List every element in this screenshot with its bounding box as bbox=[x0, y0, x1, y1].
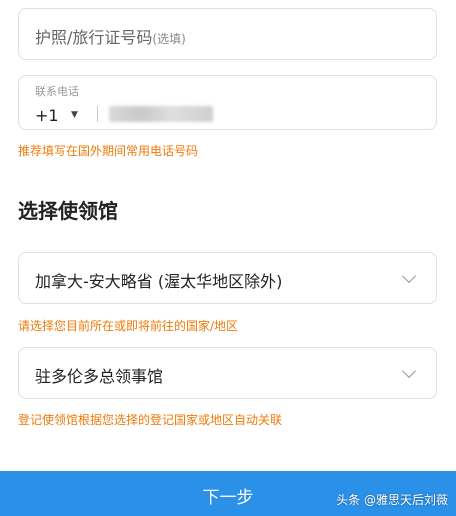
country-select-value: 加拿大-安大略省 (渥太华地区除外) bbox=[35, 272, 283, 291]
caret-down-icon[interactable]: ▼ bbox=[71, 110, 78, 120]
phone-hint: 推荐填写在国外期间常用电话号码 bbox=[18, 144, 199, 158]
country-code-select[interactable]: +1 bbox=[35, 106, 59, 125]
phone-number-blurred[interactable] bbox=[109, 106, 213, 122]
phone-field[interactable]: 联系电话 +1 ▼ bbox=[18, 75, 437, 130]
divider bbox=[97, 106, 98, 122]
country-hint: 请选择您目前所在或即将前往的国家/地区 bbox=[18, 319, 239, 333]
chevron-down-icon bbox=[401, 268, 417, 284]
passport-number-input[interactable]: 护照/旅行证号码(选填) bbox=[18, 8, 437, 60]
section-title: 选择使领馆 bbox=[18, 199, 118, 223]
passport-placeholder: 护照/旅行证号码(选填) bbox=[35, 28, 186, 47]
consulate-hint: 登记使领馆根据您选择的登记国家或地区自动关联 bbox=[18, 413, 283, 427]
consulate-select-value: 驻多伦多总领事馆 bbox=[35, 367, 164, 386]
chevron-down-icon bbox=[401, 363, 417, 379]
optional-tag: (选填) bbox=[152, 32, 186, 46]
country-select[interactable]: 加拿大-安大略省 (渥太华地区除外) bbox=[18, 252, 437, 304]
watermark: 头条 @雅思天后刘薇 bbox=[336, 493, 448, 507]
phone-label: 联系电话 bbox=[35, 85, 79, 98]
consulate-select[interactable]: 驻多伦多总领事馆 bbox=[18, 347, 437, 399]
